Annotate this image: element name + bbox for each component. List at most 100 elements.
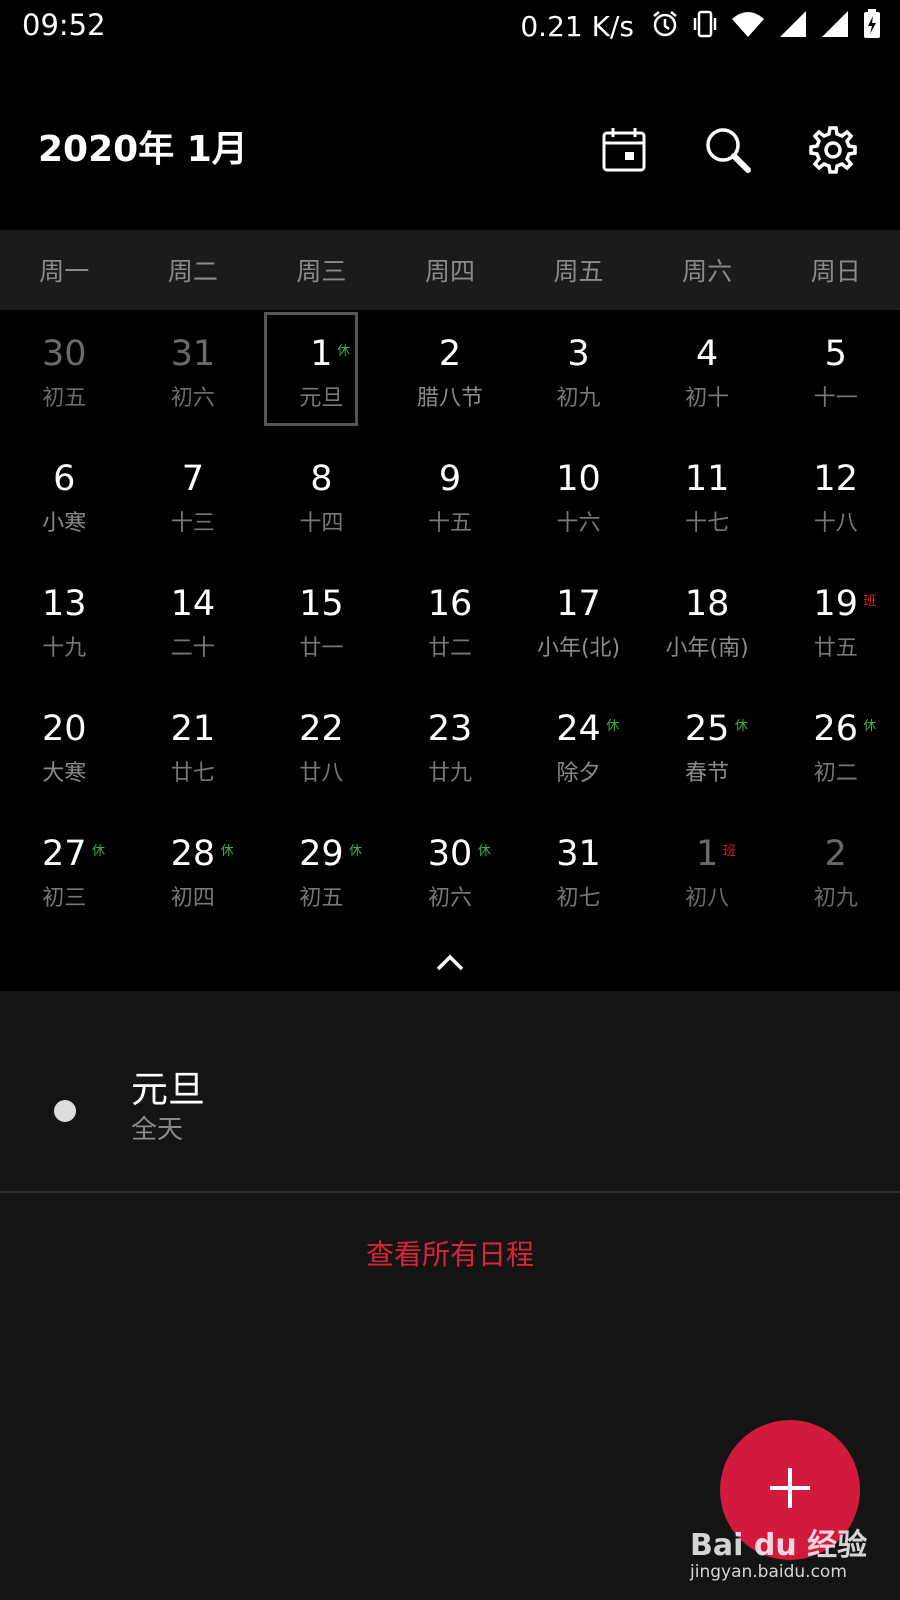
lunar-date: 小寒 [42,511,87,536]
calendar-day-cell[interactable]: 30 初五 [0,310,129,435]
event-color-dot [54,1100,76,1122]
calendar-day-cell[interactable]: 20 大寒 [0,685,129,810]
calendar-day-cell[interactable]: 25 春节 休 [643,685,772,810]
lunar-date: 初三 [42,886,87,911]
calendar-day-cell[interactable]: 22 廿八 [257,685,386,810]
calendar-day-cell[interactable]: 1 元旦 休 [257,310,386,435]
event-item[interactable]: 元旦 全天 [0,1043,900,1181]
calendar-day-cell[interactable]: 5 十一 [771,310,900,435]
calendar-day-cell[interactable]: 21 廿七 [129,685,258,810]
calendar-day-cell[interactable]: 3 初九 [514,310,643,435]
day-number: 14 [170,584,216,624]
status-bar: 09:52 0.21 K/s [0,0,900,52]
holiday-rest-badge: 休 [349,844,363,859]
calendar-day-cell[interactable]: 11 十七 [643,435,772,560]
status-icons: 0.21 K/s [520,8,882,44]
calendar-day-cell[interactable]: 27 初三 休 [0,810,129,935]
today-calendar-icon [601,126,647,178]
watermark-brand: Bai du 经验 [690,1528,868,1563]
today-button[interactable] [592,120,656,184]
calendar-day-cell[interactable]: 23 廿九 [386,685,515,810]
lunar-date: 廿七 [170,761,215,786]
holiday-rest-badge: 休 [606,719,620,734]
lunar-date: 小年(南) [665,636,749,661]
calendar-day-cell[interactable]: 8 十四 [257,435,386,560]
calendar-day-cell[interactable]: 31 初七 [514,810,643,935]
calendar-header: 2020年 1月 [0,52,900,230]
calendar-day-cell[interactable]: 26 初二 休 [771,685,900,810]
weekday-label: 周六 [682,257,733,286]
day-number: 31 [170,334,216,374]
lunar-date: 廿五 [813,636,858,661]
settings-gear-icon [808,125,858,179]
lunar-date: 廿二 [427,636,472,661]
calendar-day-cell[interactable]: 10 十六 [514,435,643,560]
weekday-label: 周三 [296,257,347,286]
view-all-events-link[interactable]: 查看所有日程 [0,1233,900,1273]
search-icon [703,125,753,179]
calendar-day-cell[interactable]: 28 初四 休 [129,810,258,935]
lunar-date: 廿八 [299,761,344,786]
calendar-day-cell[interactable]: 2 初九 [771,810,900,935]
day-number: 2 [824,834,847,874]
search-button[interactable] [696,120,760,184]
baidu-watermark: Bai du 经验 jingyan.baidu.com [690,1520,890,1600]
lunar-date: 初二 [813,761,858,786]
weekday-label: 周二 [167,257,218,286]
calendar-day-cell[interactable]: 24 除夕 休 [514,685,643,810]
divider [0,1191,900,1193]
calendar-day-cell[interactable]: 13 十九 [0,560,129,685]
alarm-icon [650,9,680,43]
lunar-date: 初六 [427,886,472,911]
month-title[interactable]: 2020年 1月 [38,120,248,172]
chevron-up-icon [435,952,465,976]
calendar-day-cell[interactable]: 9 十五 [386,435,515,560]
day-number: 5 [824,334,847,374]
lunar-date: 春节 [685,761,730,786]
calendar-day-cell[interactable]: 12 十八 [771,435,900,560]
calendar-day-cell[interactable]: 30 初六 休 [386,810,515,935]
lunar-date: 初五 [299,886,344,911]
collapse-calendar-button[interactable] [420,945,480,983]
calendar-day-cell[interactable]: 18 小年(南) [643,560,772,685]
day-number: 7 [181,459,204,499]
day-number: 24 [556,709,601,749]
workday-badge: 班 [863,594,877,609]
weekday-label: 周一 [39,257,90,286]
calendar-day-cell[interactable]: 15 廿一 [257,560,386,685]
day-number: 25 [684,709,730,749]
calendar-day-cell[interactable]: 2 腊八节 [386,310,515,435]
calendar-day-cell[interactable]: 16 廿二 [386,560,515,685]
day-number: 22 [299,709,344,749]
day-number: 30 [42,334,87,374]
holiday-rest-badge: 休 [734,719,748,734]
day-number: 17 [556,584,601,624]
calendar-day-cell[interactable]: 19 廿五 班 [771,560,900,685]
lunar-date: 十六 [556,511,601,536]
lunar-date: 二十 [170,636,215,661]
calendar-day-cell[interactable]: 7 十三 [129,435,258,560]
calendar-day-cell[interactable]: 4 初十 [643,310,772,435]
lunar-date: 腊八节 [416,386,483,411]
status-time: 09:52 [22,8,106,42]
day-number: 19 [813,584,858,624]
month-grid: 30 初五 31 初六 1 元旦休 2 腊八节 3 初九 4 初十 5 十一 6 小寒 7 十三 8 十四 9 十五 10 十… [0,310,900,935]
battery-charging-icon [862,8,882,44]
workday-badge: 班 [722,844,736,859]
weekday-label: 周日 [810,257,861,286]
calendar-day-cell[interactable]: 1 初八 班 [643,810,772,935]
weekday-header-row: 周一 周二 周三 周四 周五 周六 周日 [0,230,900,310]
event-time: 全天 [131,1115,184,1145]
calendar-day-cell[interactable]: 31 初六 [129,310,258,435]
day-number: 23 [427,709,473,749]
day-number: 28 [170,834,216,874]
calendar-day-cell[interactable]: 17 小年(北) [514,560,643,685]
settings-button[interactable] [801,120,865,184]
signal-icon [778,9,808,43]
calendar-day-cell[interactable]: 14 二十 [129,560,258,685]
lunar-date: 初五 [42,386,87,411]
lunar-date: 初九 [556,386,601,411]
calendar-day-cell[interactable]: 6 小寒 [0,435,129,560]
calendar-day-cell[interactable]: 29 初五 休 [257,810,386,935]
weekday-label: 周五 [553,257,604,286]
